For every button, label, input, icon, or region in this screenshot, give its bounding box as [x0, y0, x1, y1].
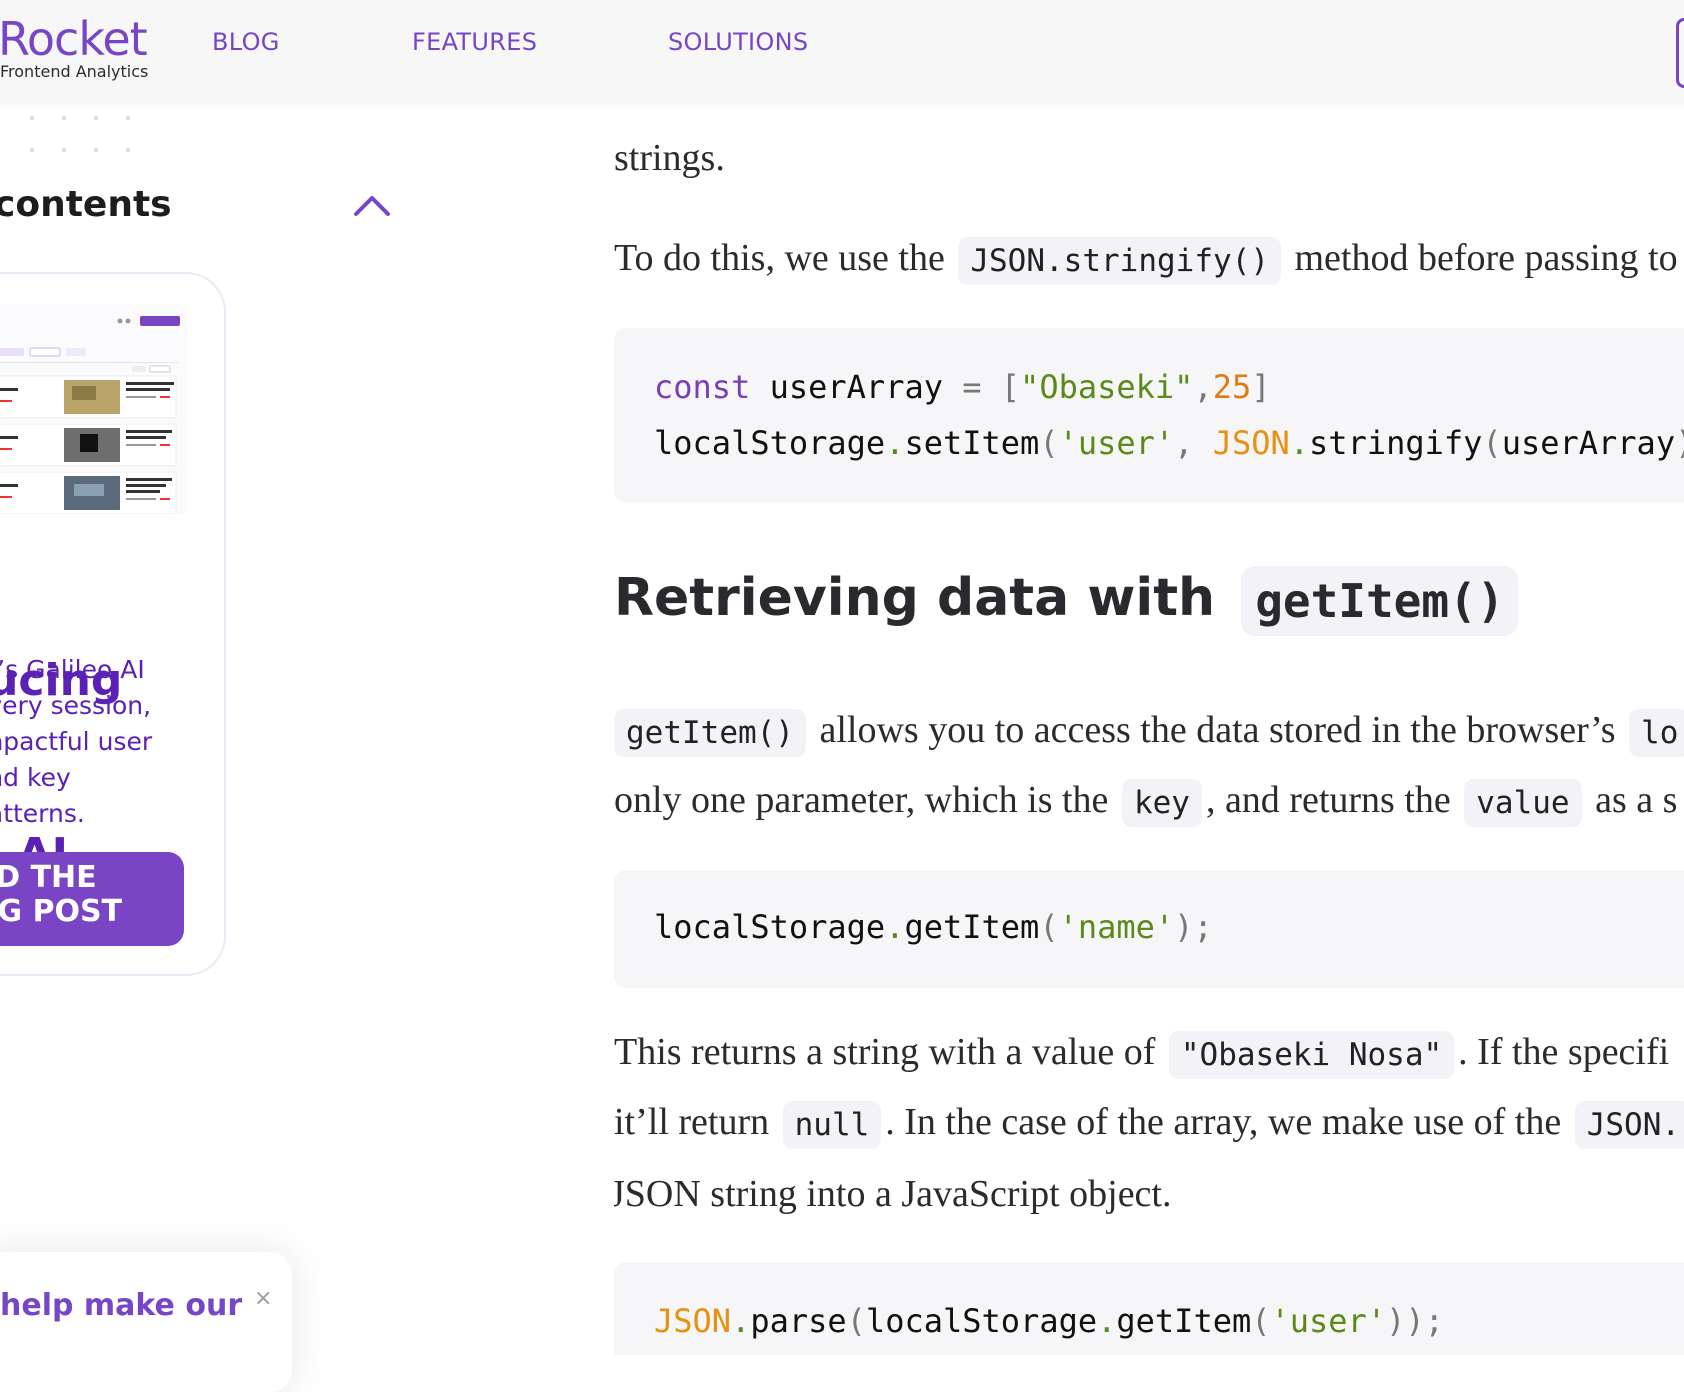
- logrocket-logo[interactable]: Rocket Frontend Analytics: [0, 14, 170, 84]
- promo-description: et’s Galileo AI every session, impactful…: [0, 655, 153, 828]
- table-of-contents-title: contents: [0, 184, 172, 225]
- inline-code: getItem(): [614, 709, 806, 758]
- code-line: const userArray = ["Obaseki",25]: [654, 368, 1271, 406]
- logo-tagline: Frontend Analytics: [0, 62, 149, 81]
- nav-link-features[interactable]: FEATURES: [412, 28, 537, 56]
- chevron-up-icon[interactable]: [352, 190, 392, 220]
- code-block-setitem: const userArray = ["Obaseki",25] localSt…: [614, 328, 1684, 502]
- paragraph-strings: strings.: [614, 137, 725, 179]
- inline-code: key: [1121, 779, 1202, 828]
- nav-button-partial[interactable]: [1676, 18, 1684, 88]
- code-line: localStorage.getItem('name');: [654, 908, 1213, 946]
- feedback-prompt: help make our: [0, 1288, 243, 1323]
- code-line: localStorage.setItem('user', JSON.string…: [654, 424, 1684, 462]
- code-line: JSON.parse(localStorage.getItem('user'))…: [654, 1302, 1444, 1340]
- top-navigation: Rocket Frontend Analytics BLOG FEATURES …: [0, 0, 1684, 104]
- paragraph-getitem: getItem() allows you to access the data …: [614, 708, 1684, 758]
- inline-code: null: [782, 1101, 882, 1150]
- logo-wordmark: Rocket: [0, 14, 148, 66]
- inline-code: JSON.: [1574, 1101, 1684, 1150]
- inline-code: lo: [1629, 709, 1684, 758]
- paragraph-json-string: JSON string into a JavaScript object.: [614, 1173, 1172, 1215]
- paragraph-null: it’ll return null. In the case of the ar…: [614, 1100, 1684, 1150]
- paragraph-returns: This returns a string with a value of "O…: [614, 1030, 1669, 1080]
- nav-link-solutions[interactable]: SOLUTIONS: [668, 28, 808, 56]
- inline-code: value: [1464, 779, 1582, 828]
- galileo-promo-card: lucing o AI et’s Galileo AI every sessio…: [0, 272, 226, 976]
- code-block-json-parse: JSON.parse(localStorage.getItem('user'))…: [614, 1262, 1684, 1355]
- inline-code: "Obaseki Nosa": [1168, 1031, 1455, 1080]
- section-heading: Retrieving data with getItem(): [614, 566, 1519, 636]
- paragraph-parameter: only one parameter, which is the key, an…: [614, 778, 1677, 828]
- nav-link-blog[interactable]: BLOG: [212, 28, 280, 56]
- article-content: strings. To do this, we use the JSON.str…: [614, 0, 1684, 1355]
- paragraph-stringify: To do this, we use the JSON.stringify() …: [614, 236, 1678, 286]
- code-block-getitem: localStorage.getItem('name');: [614, 870, 1684, 988]
- read-blog-post-button[interactable]: AD THE OG POST: [0, 852, 184, 946]
- product-screenshot: [0, 304, 188, 515]
- close-icon[interactable]: ×: [254, 1286, 272, 1311]
- feedback-popup[interactable]: help make our ×: [0, 1252, 292, 1392]
- decorative-dot-grid: [30, 116, 140, 156]
- inline-code: JSON.stringify(): [958, 237, 1281, 286]
